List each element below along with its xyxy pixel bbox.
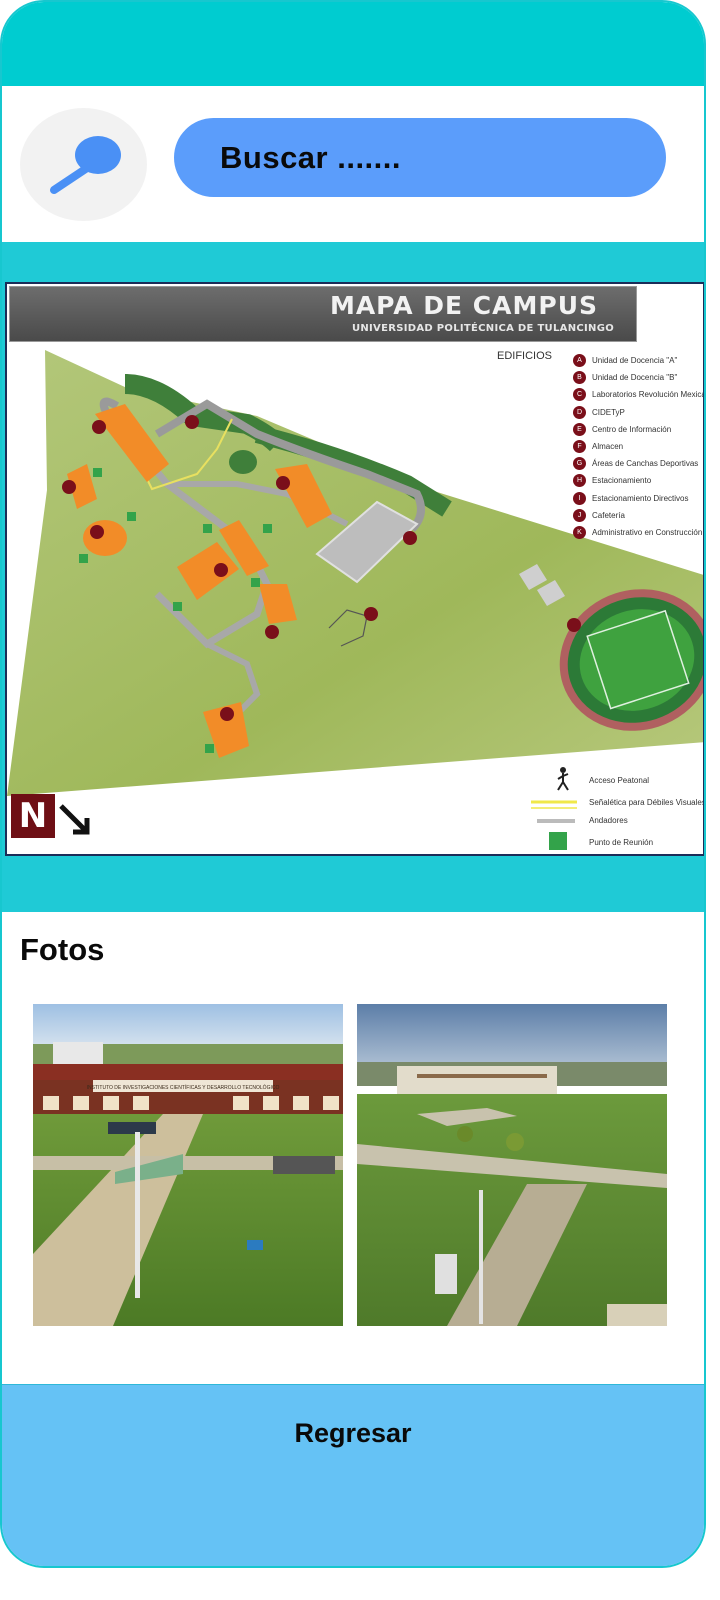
search-input[interactable] [174,118,666,197]
legend-label: Administrativo en Construcción [592,527,703,537]
top-bar [2,2,704,86]
building-marker-icon: G [573,457,586,471]
campus-photo-2-image [357,1004,667,1326]
building-marker-icon: H [573,474,586,488]
building-marker-icon: J [573,508,586,522]
map-subtitle: UNIVERSIDAD POLITÉCNICA DE TULANCINGO [351,323,614,334]
photos-section: Fotos INSTITUTO DE INVESTIGACIONES CIENT… [2,912,704,1384]
building-sign-text: INSTITUTO DE INVESTIGACIONES CIENTÍFICAS… [87,1084,280,1091]
app-screen: MAPA DE CAMPUS UNIVERSIDAD POLITÉCNICA D… [0,0,706,1568]
building-marker-icon: D [573,405,586,419]
campus-photo-1[interactable]: INSTITUTO DE INVESTIGACIONES CIENTÍFICAS… [33,1004,343,1326]
building-marker-icon: F [573,440,586,454]
legend-label: Áreas de Canchas Deportivas [592,459,699,469]
search-button[interactable] [20,108,147,221]
building-marker-icon: B [573,371,586,385]
symbol-label-tactile: Señalética para Débiles Visuales [589,798,705,807]
legend-item: B Unidad de Docencia "B" [573,369,703,386]
legend-item: E Centro de Información [573,421,703,438]
legend-item: F Almacen [573,438,703,455]
legend-label: Unidad de Docencia "A" [592,356,678,366]
building-marker-icon: E [573,422,586,436]
legend-label: Unidad de Docencia "B" [592,373,678,383]
building-legend: A Unidad de Docencia "A" B Unidad de Docen… [573,352,705,541]
legend-heading: EDIFICIOS [497,350,553,362]
north-arrow-icon: N [11,794,55,838]
legend-label: Almacen [592,442,624,452]
symbol-label-meeting-point: Punto de Reunión [589,838,654,847]
legend-label: Cafetería [592,510,625,520]
legend-item: G Áreas de Canchas Deportivas [573,455,703,472]
back-button[interactable]: Regresar [2,1385,704,1481]
footer: Regresar [2,1384,704,1566]
legend-label: Estacionamiento Directivos [592,493,689,503]
symbol-label-walkways: Andadores [589,816,628,825]
legend-item: J Cafetería [573,507,703,524]
map-section: MAPA DE CAMPUS UNIVERSIDAD POLITÉCNICA D… [2,242,704,912]
legend-item: K Administrativo en Construcción [573,524,703,541]
photos-title: Fotos [20,932,105,967]
legend-item: A Unidad de Docencia "A" [573,352,703,369]
legend-item: H Estacionamiento [573,472,703,489]
legend-label: Estacionamiento [592,476,652,486]
campus-map[interactable]: MAPA DE CAMPUS UNIVERSIDAD POLITÉCNICA D… [5,282,705,856]
campus-photo-2[interactable] [357,1004,667,1326]
map-title-bar: MAPA DE CAMPUS UNIVERSIDAD POLITÉCNICA D… [9,286,637,342]
map-title: MAPA DE CAMPUS [329,291,598,320]
building-marker-icon: K [573,525,586,539]
legend-item: C Laboratorios Revolución Mexicana [573,386,705,403]
legend-label: Centro de Información [592,424,672,434]
search-bar [2,86,704,242]
legend-label: Laboratorios Revolución Mexicana [592,390,705,400]
legend-label: CIDETyP [592,407,625,417]
building-marker-icon: A [573,354,586,368]
campus-photo-1-image: INSTITUTO DE INVESTIGACIONES CIENTÍFICAS… [33,1004,343,1326]
symbol-label-pedestrian: Acceso Peatonal [589,776,650,785]
building-marker-icon: I [573,491,586,505]
legend-item: D CIDETyP [573,404,703,421]
building-marker-icon: C [573,388,586,402]
search-icon [50,136,121,194]
legend-item: I Estacionamiento Directivos [573,490,703,507]
